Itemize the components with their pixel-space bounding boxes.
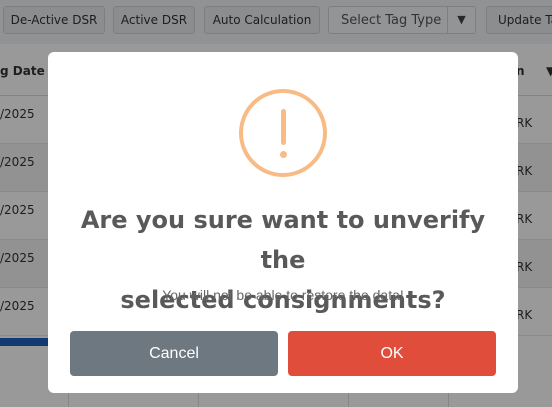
ok-button[interactable]: OK: [288, 331, 496, 376]
warning-icon-stem: [281, 109, 286, 145]
dialog-title-line1: Are you sure want to unverify the: [80, 206, 486, 274]
cancel-button[interactable]: Cancel: [70, 331, 278, 376]
warning-icon: [239, 89, 327, 177]
warning-icon-dot: [280, 151, 287, 158]
confirm-dialog: Are you sure want to unverify the select…: [48, 52, 518, 393]
dialog-message: You will not be able to restore the data…: [162, 287, 404, 303]
